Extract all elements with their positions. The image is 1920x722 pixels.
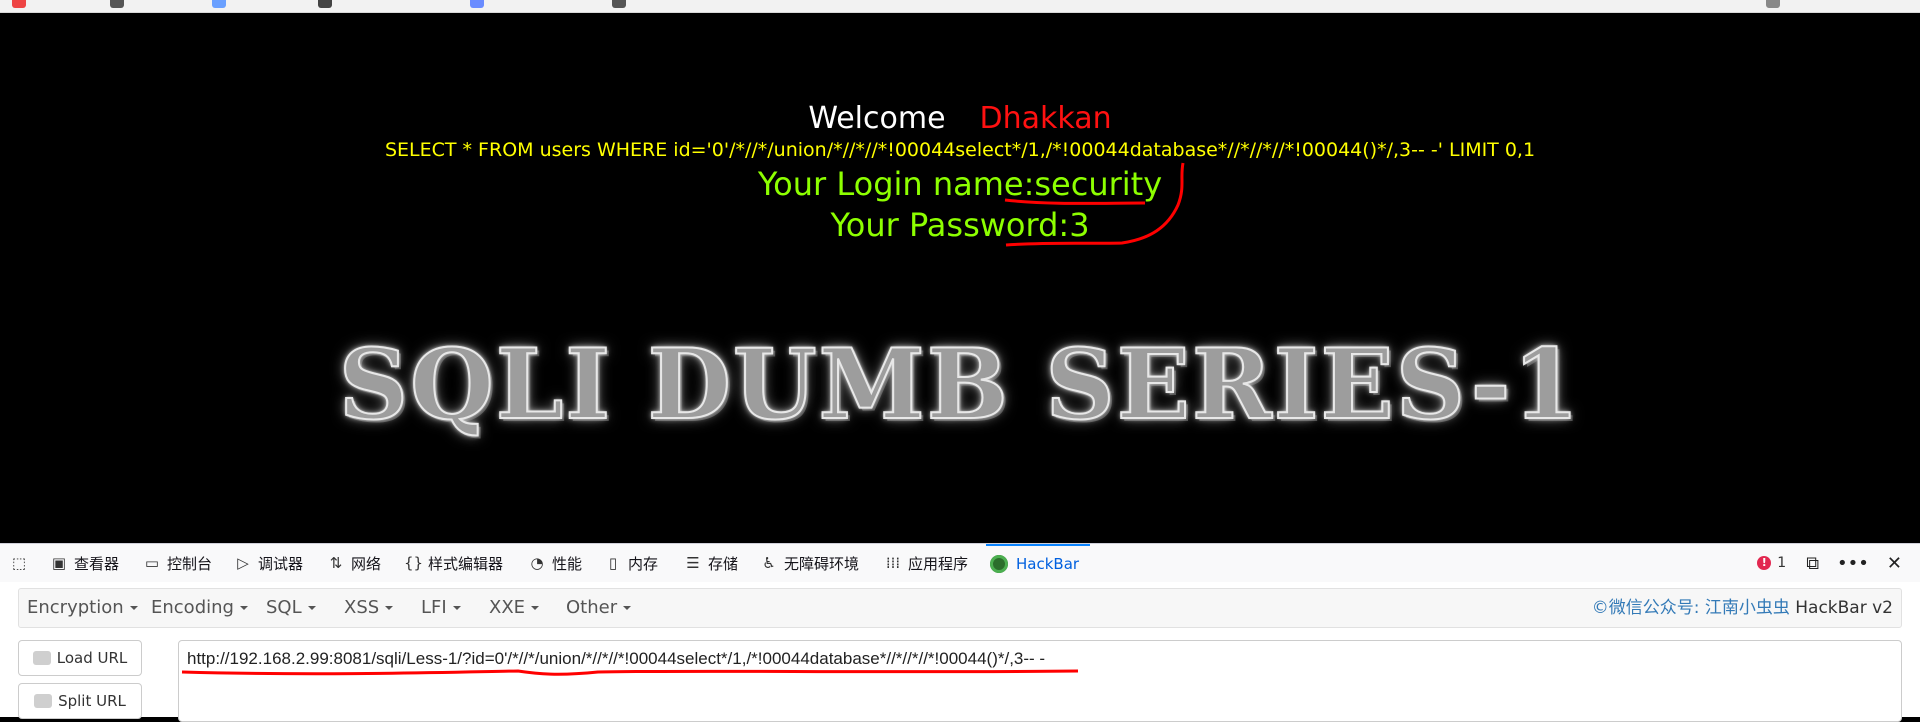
welcome-text: Welcome xyxy=(808,101,946,136)
menu-xss[interactable]: XSS xyxy=(344,589,394,627)
tab-memory[interactable]: ▯ 内存 xyxy=(604,544,658,582)
load-url-button[interactable]: Load URL xyxy=(18,640,142,676)
debugger-icon: ▷ xyxy=(237,554,249,572)
application-icon: ⁞⁞⁞ xyxy=(885,554,901,572)
tab-network[interactable]: ⇅ 网络 xyxy=(327,544,381,582)
more-options-icon[interactable]: ••• xyxy=(1837,553,1869,574)
tab-storage[interactable]: ☰ 存储 xyxy=(684,544,738,582)
bookmark-icon[interactable] xyxy=(1766,0,1780,8)
bookmark-icon[interactable] xyxy=(12,0,26,8)
hackbar-icon xyxy=(990,555,1008,573)
tab-console[interactable]: ▭ 控制台 xyxy=(143,544,212,582)
caret-down-icon xyxy=(385,606,394,610)
memory-icon: ▯ xyxy=(608,554,618,572)
error-indicator[interactable]: ! 1 xyxy=(1757,555,1786,571)
accessibility-icon: ♿ xyxy=(762,554,776,572)
error-icon: ! xyxy=(1757,556,1772,570)
pick-element-icon: ⬚ xyxy=(11,554,27,572)
hackbar-menu: Encryption Encoding SQL XSS LFI XXE Othe… xyxy=(18,588,1902,628)
caret-down-icon xyxy=(307,606,316,610)
storage-icon: ☰ xyxy=(686,554,700,572)
pick-element-button[interactable]: ⬚ xyxy=(10,544,34,582)
devtools-actions: ! 1 ⧉ ••• ✕ xyxy=(1757,544,1920,582)
user-name: Dhakkan xyxy=(979,101,1112,136)
caret-down-icon xyxy=(531,606,540,610)
tab-inspector[interactable]: ▣ 查看器 xyxy=(50,544,119,582)
menu-xxe[interactable]: XXE xyxy=(489,589,540,627)
welcome-line: Welcome Dhakkan xyxy=(0,101,1920,136)
sql-query: SELECT * FROM users WHERE id='0'/*//*/un… xyxy=(384,139,1536,161)
caret-down-icon xyxy=(129,606,138,610)
devtools-toolbar: ⬚ ▣ 查看器 ▭ 控制台 ▷ 调试器 ⇅ 网络 {} 样式编辑器 ◔ 性能 ▯ 内存 ☰ 存储… xyxy=(0,543,1920,583)
tab-debugger[interactable]: ▷ 调试器 xyxy=(234,544,303,582)
tab-application[interactable]: ⁞⁞⁞ 应用程序 xyxy=(884,544,968,582)
page-content: Welcome Dhakkan SELECT * FROM users WHERE… xyxy=(0,13,1920,543)
login-name: Your Login name:security xyxy=(757,165,1163,203)
tab-performance[interactable]: ◔ 性能 xyxy=(528,544,582,582)
bookmark-icon[interactable] xyxy=(110,0,124,8)
load-icon xyxy=(32,651,51,665)
hackbar-panel: Encryption Encoding SQL XSS LFI XXE Othe… xyxy=(0,582,1920,722)
tab-accessibility[interactable]: ♿ 无障碍环境 xyxy=(760,544,859,582)
console-icon: ▭ xyxy=(144,554,160,572)
url-textarea[interactable]: http://192.168.2.99:8081/sqli/Less-1/?id… xyxy=(178,640,1902,722)
dock-icon[interactable]: ⧉ xyxy=(1806,553,1819,574)
menu-other[interactable]: Other xyxy=(566,589,632,627)
tab-style-editor[interactable]: {} 样式编辑器 xyxy=(404,544,503,582)
url-value: http://192.168.2.99:8081/sqli/Less-1/?id… xyxy=(187,649,1046,668)
style-editor-icon: {} xyxy=(404,554,424,572)
split-url-button[interactable]: Split URL xyxy=(18,683,142,719)
menu-encoding[interactable]: Encoding xyxy=(151,589,248,627)
hackbar-credit: ©微信公众号: 江南小虫虫 HackBar v2 xyxy=(1591,598,1893,618)
menu-encryption[interactable]: Encryption xyxy=(27,589,138,627)
network-icon: ⇅ xyxy=(329,554,343,572)
caret-down-icon xyxy=(623,606,632,610)
menu-sql[interactable]: SQL xyxy=(266,589,316,627)
bookmark-icon[interactable] xyxy=(212,0,226,8)
caret-down-icon xyxy=(452,606,461,610)
scissors-icon xyxy=(34,694,53,708)
caret-down-icon xyxy=(239,606,248,610)
bookmark-icon[interactable] xyxy=(318,0,332,8)
series-banner: SQLI DUMB SERIES-1 xyxy=(338,327,1582,442)
performance-icon: ◔ xyxy=(530,554,544,572)
bookmarks-bar xyxy=(0,0,1920,13)
password: Your Password:3 xyxy=(830,206,1090,244)
bookmark-icon[interactable] xyxy=(470,0,484,8)
bookmark-icon[interactable] xyxy=(612,0,626,8)
inspector-icon: ▣ xyxy=(51,554,67,572)
menu-lfi[interactable]: LFI xyxy=(421,589,461,627)
close-icon[interactable]: ✕ xyxy=(1887,553,1902,574)
tab-hackbar[interactable]: HackBar xyxy=(986,544,1090,582)
